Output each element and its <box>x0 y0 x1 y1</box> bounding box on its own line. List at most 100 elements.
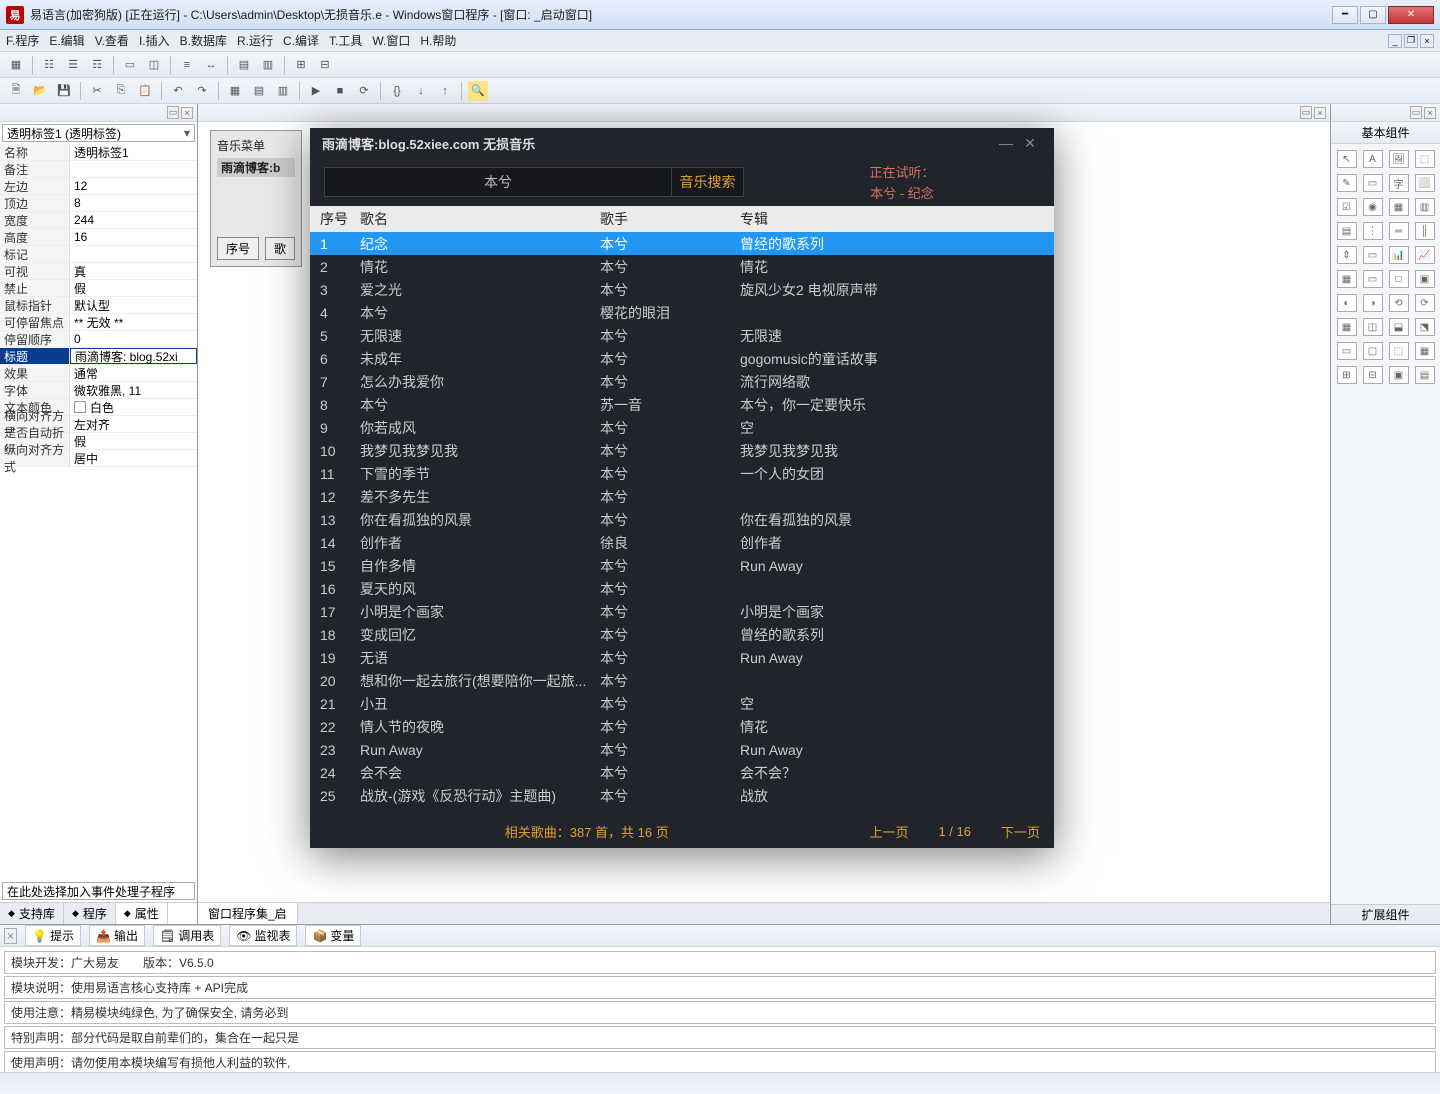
palette-item[interactable]: ◉ <box>1363 198 1383 216</box>
palette-item[interactable]: ▭ <box>1363 270 1383 288</box>
song-row[interactable]: 8本兮苏一音本兮，你一定要快乐 <box>310 393 1054 416</box>
property-value[interactable]: 真 <box>70 263 197 279</box>
palette-item[interactable]: ▢ <box>1363 342 1383 360</box>
property-row[interactable]: 宽度244 <box>0 212 197 229</box>
tool-icon[interactable]: ▤ <box>234 55 254 75</box>
stop-icon[interactable]: ■ <box>330 81 350 101</box>
mdi-restore-icon[interactable]: ❐ <box>1404 34 1418 48</box>
menu-item[interactable]: E.编辑 <box>49 32 84 49</box>
song-row[interactable]: 15自作多情本兮Run Away <box>310 554 1054 577</box>
property-row[interactable]: 高度16 <box>0 229 197 246</box>
song-row[interactable]: 24会不会本兮会不会？ <box>310 761 1054 784</box>
palette-item[interactable]: A <box>1363 150 1383 168</box>
tool-icon[interactable]: ↑ <box>435 81 455 101</box>
palette-item[interactable]: ▦ <box>1337 270 1357 288</box>
palette-item[interactable]: ✎ <box>1337 174 1357 192</box>
song-row[interactable]: 23Run Away本兮Run Away <box>310 738 1054 761</box>
design-column[interactable]: 歌 <box>265 237 295 260</box>
tool-icon[interactable]: ▤ <box>249 81 269 101</box>
palette-item[interactable]: ⟳ <box>1415 294 1435 312</box>
run-icon[interactable]: ▶ <box>306 81 326 101</box>
new-icon[interactable]: 🗎 <box>6 81 26 101</box>
palette-item[interactable]: ▭ <box>1337 342 1357 360</box>
pin-icon[interactable]: ▭ <box>167 106 179 119</box>
song-list[interactable]: 1纪念本兮曾经的歌系列2情花本兮情花3爱之光本兮旋风少女2 电视原声带4本兮樱花… <box>310 232 1054 814</box>
tool-icon[interactable]: ↔ <box>201 55 221 75</box>
property-row[interactable]: 左边12 <box>0 178 197 195</box>
pin-icon[interactable]: ▭ <box>1300 106 1312 119</box>
player-close-icon[interactable]: ✕ <box>1018 133 1042 153</box>
mdi-close-icon[interactable]: × <box>1420 34 1434 48</box>
song-row[interactable]: 1纪念本兮曾经的歌系列 <box>310 232 1054 255</box>
close-button[interactable]: ✕ <box>1388 6 1434 24</box>
palette-item[interactable]: ▣ <box>1415 270 1435 288</box>
palette-item[interactable]: 🖼 <box>1389 150 1409 168</box>
property-value[interactable]: 16 <box>70 229 197 245</box>
search-button[interactable]: 音乐搜索 <box>671 167 743 197</box>
palette-item[interactable]: ⊞ <box>1337 366 1357 384</box>
palette-item[interactable]: ▭ <box>1363 174 1383 192</box>
song-row[interactable]: 7怎么办我爱你本兮流行网络歌 <box>310 370 1054 393</box>
tool-icon[interactable]: ▥ <box>273 81 293 101</box>
col-album[interactable]: 专辑 <box>740 209 1054 229</box>
song-row[interactable]: 14创作者徐良创作者 <box>310 531 1054 554</box>
design-label-selected[interactable]: 雨滴博客:b <box>217 158 295 177</box>
song-row[interactable]: 21小丑本兮空 <box>310 692 1054 715</box>
col-singer[interactable]: 歌手 <box>600 209 740 229</box>
menu-item[interactable]: C.编译 <box>283 32 319 49</box>
palette-item[interactable]: ⇕ <box>1337 246 1357 264</box>
tool-icon[interactable]: ⊞ <box>291 55 311 75</box>
tool-icon[interactable]: ⊟ <box>315 55 335 75</box>
palette-item[interactable]: ⬚ <box>1415 150 1435 168</box>
palette-item[interactable]: ▭ <box>1363 246 1383 264</box>
property-value[interactable]: 假 <box>70 433 197 449</box>
panel-tab[interactable]: ◆程序 <box>64 903 116 924</box>
property-value[interactable] <box>70 161 197 177</box>
panel-tab[interactable]: ◆属性 <box>116 903 168 924</box>
menu-item[interactable]: R.运行 <box>237 32 273 49</box>
save-icon[interactable]: 💾 <box>54 81 74 101</box>
song-row[interactable]: 13你在看孤独的风景本兮你在看孤独的风景 <box>310 508 1054 531</box>
tool-icon[interactable]: ☶ <box>87 55 107 75</box>
song-row[interactable]: 9你若成风本兮空 <box>310 416 1054 439</box>
palette-item[interactable]: ☑ <box>1337 198 1357 216</box>
property-row[interactable]: 标记 <box>0 246 197 263</box>
palette-item[interactable]: ▦ <box>1415 342 1435 360</box>
property-value[interactable]: 假 <box>70 280 197 296</box>
search-input[interactable]: 本兮 <box>325 172 671 192</box>
mdi-minimize-icon[interactable]: _ <box>1388 34 1402 48</box>
tool-icon[interactable]: {} <box>387 81 407 101</box>
palette-item[interactable]: ║ <box>1415 222 1435 240</box>
col-name[interactable]: 歌名 <box>360 209 600 229</box>
tool-icon[interactable]: ▦ <box>6 55 26 75</box>
song-row[interactable]: 17小明是个画家本兮小明是个画家 <box>310 600 1054 623</box>
property-value[interactable]: 透明标签1 <box>70 144 197 160</box>
palette-item[interactable]: □ <box>1389 270 1409 288</box>
property-row[interactable]: 禁止假 <box>0 280 197 297</box>
song-row[interactable]: 10我梦见我梦见我本兮我梦见我梦见我 <box>310 439 1054 462</box>
player-minimize-icon[interactable]: — <box>994 133 1018 153</box>
property-value[interactable]: 微软雅黑, 11 <box>70 382 197 398</box>
property-value[interactable]: ** 无效 ** <box>70 314 197 330</box>
property-value[interactable]: 12 <box>70 178 197 194</box>
menu-item[interactable]: V.查看 <box>95 32 129 49</box>
palette-item[interactable]: ⬚ <box>1389 342 1409 360</box>
palette-item[interactable]: ⟲ <box>1389 294 1409 312</box>
song-row[interactable]: 22情人节的夜晚本兮情花 <box>310 715 1054 738</box>
palette-item[interactable]: 字 <box>1389 174 1409 192</box>
tool-icon[interactable]: ⟳ <box>354 81 374 101</box>
cut-icon[interactable]: ✂ <box>87 81 107 101</box>
property-value[interactable]: 8 <box>70 195 197 211</box>
tool-icon[interactable]: ▥ <box>258 55 278 75</box>
paste-icon[interactable]: 📋 <box>135 81 155 101</box>
song-row[interactable]: 16夏天的风本兮 <box>310 577 1054 600</box>
tool-icon[interactable]: ≡ <box>177 55 197 75</box>
property-row[interactable]: 效果通常 <box>0 365 197 382</box>
property-value[interactable]: 通常 <box>70 365 197 381</box>
menu-item[interactable]: F.程序 <box>6 32 39 49</box>
output-tab[interactable]: 📦变量 <box>305 925 361 946</box>
palette-item[interactable]: ▥ <box>1415 198 1435 216</box>
output-tab[interactable]: 🗒调用表 <box>153 925 221 946</box>
palette-item[interactable]: ═ <box>1389 222 1409 240</box>
editor-tab[interactable]: 窗口程序集_启 <box>198 903 298 924</box>
